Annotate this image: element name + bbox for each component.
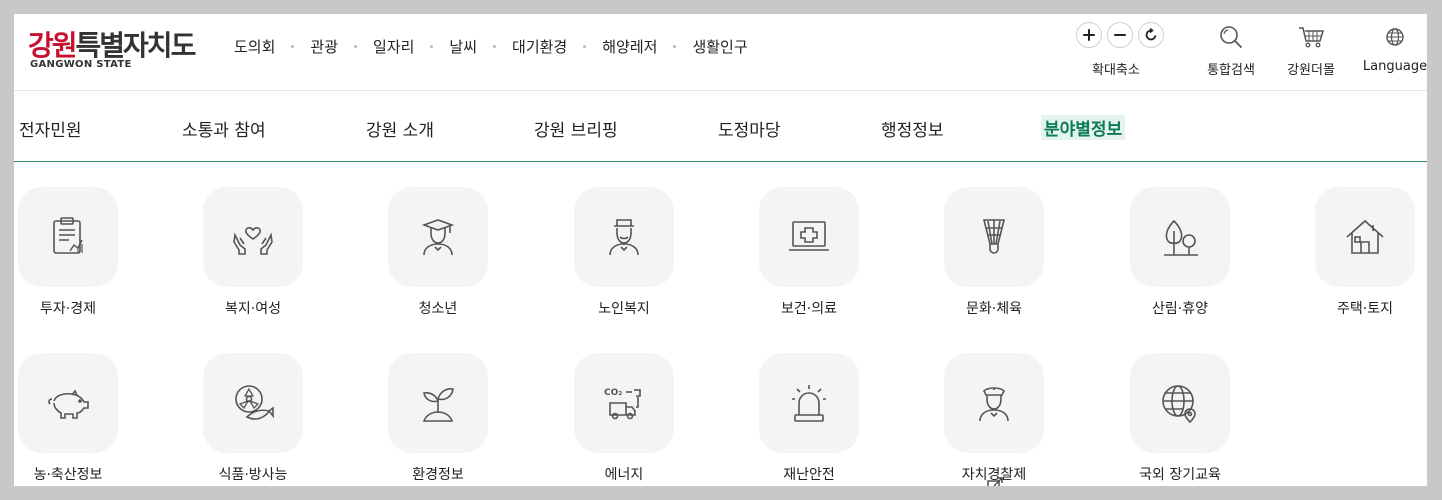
graduate-icon (421, 219, 455, 256)
topnav-marine-leisure[interactable]: 해양레저 (602, 36, 657, 57)
category-elderly-welfare[interactable]: 노인복지 (564, 187, 684, 318)
logo-wordmark: 강원특별자치도 (28, 29, 196, 62)
top-utility-nav: 도의회 관광 일자리 날씨 대기환경 해양레저 생활인구 (234, 36, 748, 57)
siren-icon (792, 385, 826, 422)
nav-briefing[interactable]: 강원 브리핑 (534, 116, 618, 141)
language-button[interactable]: Language (1360, 22, 1427, 74)
separator-dot (493, 45, 497, 48)
pig-icon (48, 389, 89, 419)
language-label: Language (1362, 59, 1427, 74)
topnav-weather[interactable]: 날씨 (449, 36, 477, 57)
zoom-controls: 확대축소 (1076, 22, 1164, 82)
zoom-label: 확대축소 (1092, 63, 1140, 78)
reset-icon (1145, 28, 1157, 41)
police-officer-icon (979, 387, 1009, 422)
integrated-search-button[interactable]: 통합검색 (1196, 22, 1266, 78)
medical-monitor-icon (789, 221, 829, 251)
house-icon (1346, 219, 1384, 254)
search-label: 통합검색 (1207, 63, 1255, 78)
minus-icon (1114, 34, 1126, 36)
nav-communication[interactable]: 소통과 참여 (182, 116, 266, 141)
category-culture-sports[interactable]: 문화·체육 (934, 187, 1054, 318)
site-logo[interactable]: 강원특별자치도 GANGWON STATE (28, 24, 208, 74)
main-navigation: 전자민원 소통과 참여 강원 소개 강원 브리핑 도정마당 행정정보 분야별정보 (14, 92, 1427, 162)
svg-text:CO₂: CO₂ (604, 388, 622, 398)
category-grid: 투자·경제 복지·여성 청소년 노인복지 보건·의료 문화·체육 산림·휴양 주… (14, 162, 1427, 486)
page-frame: 강원특별자치도 GANGWON STATE 도의회 관광 일자리 날씨 대기환경… (14, 14, 1427, 486)
category-forest-recreation[interactable]: 산림·휴양 (1120, 187, 1240, 318)
category-youth[interactable]: 청소년 (378, 187, 498, 318)
zoom-out-button[interactable] (1107, 22, 1133, 48)
globe-icon (1386, 28, 1404, 46)
gangwon-mall-button[interactable]: 강원더몰 (1276, 22, 1346, 78)
category-food-radiation[interactable]: 식품·방사능 (193, 353, 313, 484)
category-energy[interactable]: CO₂ 에너지 (564, 353, 684, 484)
welfare-hands-heart-icon (233, 227, 273, 255)
separator-dot (583, 45, 587, 48)
separator-dot (291, 45, 295, 48)
category-environment[interactable]: 환경정보 (378, 353, 498, 484)
separator-dot (430, 45, 434, 48)
site-header: 강원특별자치도 GANGWON STATE 도의회 관광 일자리 날씨 대기환경… (14, 14, 1427, 91)
topnav-jobs[interactable]: 일자리 (373, 36, 414, 57)
category-agriculture-livestock[interactable]: 농·축산정보 (14, 353, 128, 484)
nav-about-gangwon[interactable]: 강원 소개 (366, 116, 434, 141)
zoom-in-button[interactable] (1076, 22, 1102, 48)
category-autonomous-police[interactable]: 자치경찰제 (934, 353, 1054, 484)
category-investment-economy[interactable]: 투자·경제 (14, 187, 128, 318)
elderly-icon (609, 219, 639, 256)
plus-icon (1083, 29, 1095, 41)
trees-icon (1164, 219, 1198, 256)
nav-e-civil[interactable]: 전자민원 (19, 116, 82, 141)
nav-administration-yard[interactable]: 도정마당 (718, 116, 781, 141)
separator-dot (673, 45, 677, 48)
nav-admin-info[interactable]: 행정정보 (881, 116, 944, 141)
cart-icon (1299, 27, 1325, 48)
topnav-tourism[interactable]: 관광 (310, 36, 338, 57)
globe-location-icon (1162, 385, 1196, 424)
co2-truck-icon: CO₂ (604, 388, 641, 420)
category-welfare-women[interactable]: 복지·여성 (193, 187, 313, 318)
cart-label: 강원더몰 (1287, 63, 1335, 78)
topnav-air-quality[interactable]: 대기환경 (512, 36, 567, 57)
category-housing-land[interactable]: 주택·토지 (1305, 187, 1425, 318)
category-overseas-education[interactable]: 국외 장기교육 (1120, 353, 1240, 484)
topnav-living-population[interactable]: 생활인구 (692, 36, 747, 57)
shuttlecock-icon (982, 219, 1006, 254)
radiation-fish-icon (235, 385, 274, 420)
nav-field-info[interactable]: 분야별정보 (1041, 115, 1126, 140)
category-health-medical[interactable]: 보건·의료 (749, 187, 869, 318)
logo-subtitle: GANGWON STATE (30, 59, 132, 70)
zoom-reset-button[interactable] (1138, 22, 1164, 48)
economy-report-icon (53, 217, 83, 254)
external-link-icon (987, 477, 1003, 486)
topnav-assembly[interactable]: 도의회 (234, 36, 275, 57)
category-disaster-safety[interactable]: 재난안전 (749, 353, 869, 484)
search-icon (1220, 26, 1242, 48)
separator-dot (354, 45, 358, 48)
sprout-icon (422, 388, 454, 422)
